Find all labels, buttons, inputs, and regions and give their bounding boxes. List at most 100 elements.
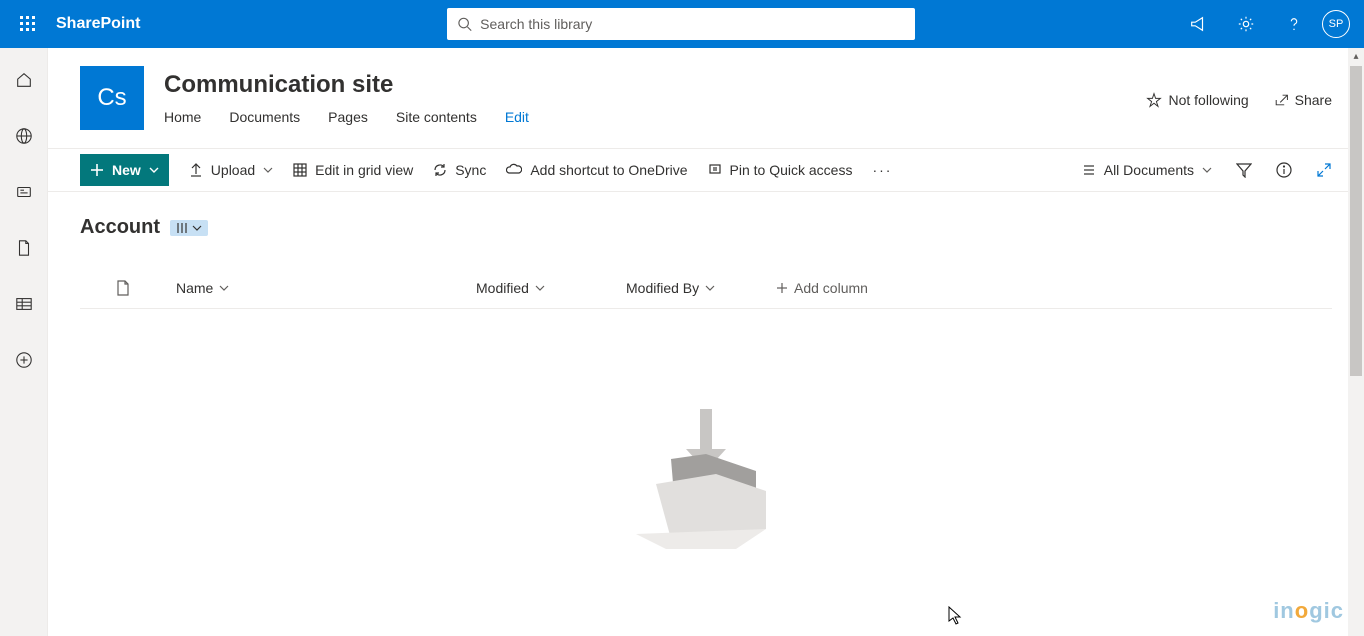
shortcut-button[interactable]: Add shortcut to OneDrive (506, 162, 687, 178)
library-title: Account (80, 216, 160, 239)
scroll-up-arrow[interactable]: ▴ (1348, 48, 1364, 64)
edit-grid-label: Edit in grid view (315, 162, 413, 178)
rail-lists[interactable] (0, 288, 48, 320)
library-view-chip[interactable] (170, 220, 208, 236)
avatar-initials: SP (1329, 18, 1344, 30)
suite-header-right: SP (1174, 0, 1360, 48)
upload-icon (189, 163, 203, 177)
site-nav: Home Documents Pages Site contents Edit (164, 109, 1146, 125)
sync-button[interactable]: Sync (433, 162, 486, 178)
col-name[interactable]: Name (176, 280, 476, 296)
list-icon (15, 296, 33, 312)
new-label: New (112, 162, 141, 178)
share-button[interactable]: Share (1273, 92, 1332, 108)
nav-pages[interactable]: Pages (328, 109, 368, 125)
empty-state (80, 399, 1332, 559)
new-button[interactable]: New (80, 154, 169, 186)
file-icon (116, 280, 130, 296)
sync-label: Sync (455, 162, 486, 178)
chevron-down-icon (535, 283, 545, 293)
question-icon (1285, 15, 1303, 33)
empty-folder-illustration (616, 399, 796, 559)
user-avatar[interactable]: SP (1322, 10, 1350, 38)
nav-home[interactable]: Home (164, 109, 201, 125)
expand-button[interactable] (1316, 162, 1332, 178)
filter-button[interactable] (1236, 162, 1252, 178)
view-selector[interactable]: All Documents (1082, 162, 1212, 178)
rail-home[interactable] (0, 64, 48, 96)
search-box[interactable] (447, 8, 915, 40)
column-headers: Name Modified Modified By Add column (80, 267, 1332, 309)
site-logo[interactable]: Cs (80, 66, 144, 130)
main-region: Cs Communication site Home Documents Pag… (48, 48, 1364, 636)
settings-button[interactable] (1222, 0, 1270, 48)
filter-icon (1236, 162, 1252, 178)
chevron-down-icon (1202, 165, 1212, 175)
app-rail (0, 48, 48, 636)
upload-label: Upload (211, 162, 255, 178)
search-icon (457, 16, 472, 32)
edit-grid-button[interactable]: Edit in grid view (293, 162, 413, 178)
chevron-down-icon (149, 165, 159, 175)
view-label: All Documents (1104, 162, 1194, 178)
col-add-column[interactable]: Add column (776, 280, 868, 296)
expand-icon (1316, 162, 1332, 178)
shortcut-label: Add shortcut to OneDrive (530, 162, 687, 178)
info-button[interactable] (1276, 162, 1292, 178)
sync-icon (433, 163, 447, 177)
columns-icon (176, 222, 190, 234)
library-content: Account Name (48, 192, 1364, 559)
rail-files[interactable] (0, 232, 48, 264)
megaphone-button[interactable] (1174, 0, 1222, 48)
share-label: Share (1295, 92, 1332, 108)
more-button[interactable]: ··· (872, 162, 892, 178)
plus-circle-icon (15, 351, 33, 369)
nav-documents[interactable]: Documents (229, 109, 300, 125)
chevron-down-icon (192, 223, 202, 233)
col-modified-by[interactable]: Modified By (626, 280, 776, 296)
grid-icon (293, 163, 307, 177)
more-icon: ··· (872, 162, 892, 178)
not-following-button[interactable]: Not following (1146, 92, 1248, 108)
watermark: inogic (1273, 598, 1344, 624)
chevron-down-icon (219, 283, 229, 293)
globe-icon (15, 127, 33, 145)
site-title[interactable]: Communication site (164, 71, 1146, 99)
not-following-label: Not following (1168, 92, 1248, 108)
rail-news[interactable] (0, 176, 48, 208)
col-name-label: Name (176, 280, 213, 296)
app-launcher-button[interactable] (4, 0, 52, 48)
search-input[interactable] (480, 16, 905, 32)
scrollbar[interactable]: ▴ (1348, 48, 1364, 636)
share-icon (1273, 92, 1289, 108)
command-bar: New Upload Edit in grid view (48, 148, 1364, 192)
view-icon (1082, 163, 1096, 177)
app-name[interactable]: SharePoint (56, 15, 140, 33)
chevron-down-icon (263, 165, 273, 175)
scroll-thumb[interactable] (1350, 66, 1362, 376)
rail-global[interactable] (0, 120, 48, 152)
mouse-cursor (948, 606, 962, 626)
pin-button[interactable]: Pin to Quick access (708, 162, 853, 178)
news-icon (15, 183, 33, 201)
rail-create[interactable] (0, 344, 48, 376)
home-icon (15, 71, 33, 89)
nav-site-contents[interactable]: Site contents (396, 109, 477, 125)
help-button[interactable] (1270, 0, 1318, 48)
col-modified-by-label: Modified By (626, 280, 699, 296)
waffle-icon (20, 16, 36, 32)
chevron-down-icon (705, 283, 715, 293)
file-icon (16, 239, 32, 257)
megaphone-icon (1189, 15, 1207, 33)
pin-label: Pin to Quick access (730, 162, 853, 178)
col-file-type[interactable] (116, 280, 176, 296)
site-logo-text: Cs (97, 84, 126, 112)
plus-icon (776, 282, 788, 294)
nav-edit[interactable]: Edit (505, 109, 529, 125)
search-container (447, 8, 915, 40)
gear-icon (1237, 15, 1255, 33)
site-actions: Not following Share (1146, 92, 1332, 108)
col-modified[interactable]: Modified (476, 280, 626, 296)
upload-button[interactable]: Upload (189, 162, 273, 178)
star-icon (1146, 92, 1162, 108)
